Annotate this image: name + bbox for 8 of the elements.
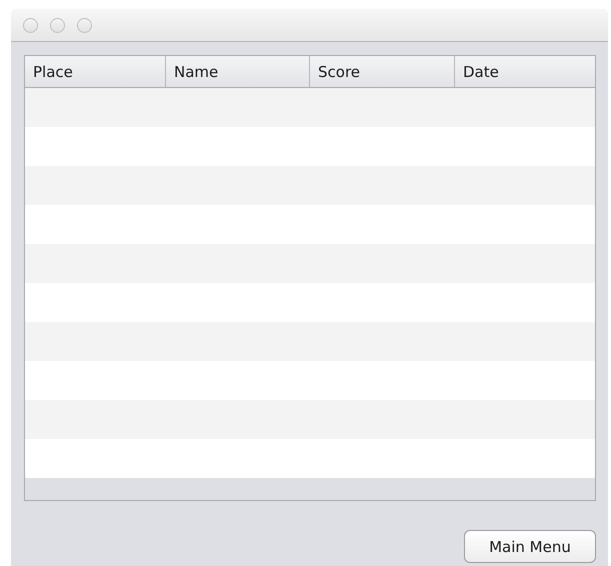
minimize-button[interactable]	[50, 18, 65, 32]
column-header[interactable]: Place	[25, 56, 166, 87]
main-menu-button[interactable]: Main Menu	[464, 530, 596, 563]
column-header[interactable]: Name	[166, 56, 310, 87]
close-button[interactable]	[23, 18, 38, 32]
column-header[interactable]: Score	[310, 56, 455, 87]
column-header[interactable]: Date	[455, 56, 595, 87]
zoom-button[interactable]	[77, 18, 92, 32]
